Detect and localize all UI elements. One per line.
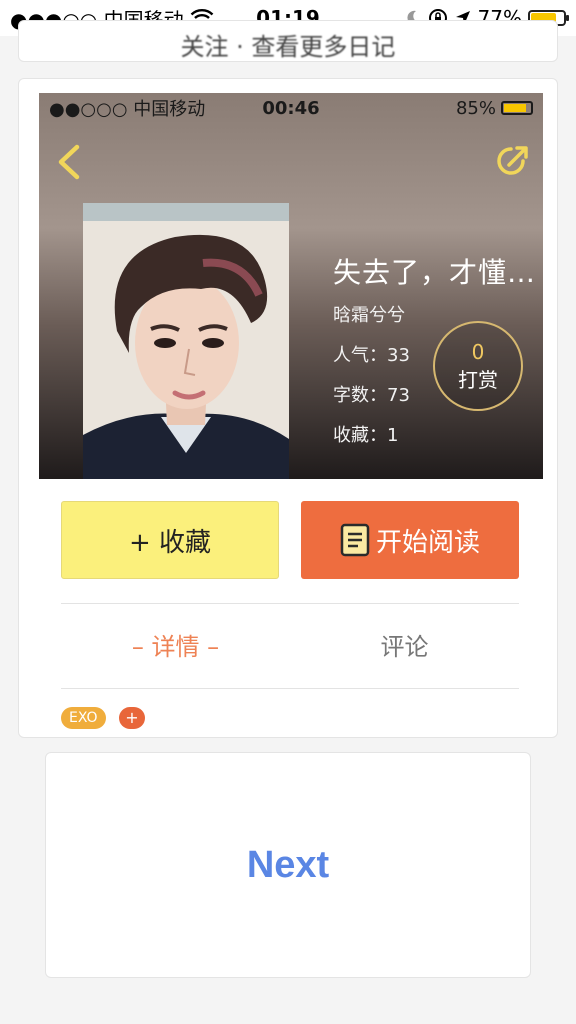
book-author[interactable]: 晗霜兮兮 (333, 301, 536, 327)
inner-time: 00:46 (262, 97, 320, 119)
start-reading-button[interactable]: 开始阅读 (301, 501, 519, 579)
word-count-label: 字数： (333, 385, 387, 406)
tab-comments[interactable]: 评论 (290, 627, 519, 662)
favorite-button[interactable]: + 收藏 (61, 501, 279, 579)
next-button[interactable]: Next (45, 752, 531, 978)
top-card: 关注 · 查看更多日记 (18, 20, 558, 62)
add-tag-button[interactable]: + (119, 707, 145, 729)
next-button-label: Next (246, 843, 330, 886)
start-reading-label: 开始阅读 (375, 527, 480, 558)
divider-top (61, 603, 519, 604)
popularity-label: 人气： (333, 345, 387, 366)
reward-button[interactable]: 0 打赏 (433, 321, 523, 411)
cover-illustration (83, 203, 289, 479)
divider-bottom (61, 688, 519, 689)
word-count-value: 73 (387, 385, 410, 406)
tab-detail[interactable]: – 详情 – (61, 627, 290, 662)
book-title: 失去了，才懂… (333, 256, 537, 289)
reward-label: 打赏 (458, 367, 498, 392)
tag-exo[interactable]: EXO (61, 707, 106, 729)
reward-count: 0 (471, 339, 485, 364)
book-icon (340, 523, 370, 557)
popularity-value: 33 (387, 345, 410, 366)
inner-battery-icon (501, 101, 533, 115)
favorite-button-label: + 收藏 (128, 527, 212, 558)
book-detail-card: ●●○○○ 中国移动 00:46 85% 失去了，才懂… 晗霜兮兮 人气：33 … (18, 78, 558, 738)
favorites-label: 收藏： (333, 425, 387, 446)
inner-status-bar: ●●○○○ 中国移动 00:46 85% (39, 93, 543, 123)
book-cover[interactable] (83, 203, 289, 479)
book-header: ●●○○○ 中国移动 00:46 85% 失去了，才懂… 晗霜兮兮 人气：33 … (39, 93, 543, 479)
chevron-left-icon[interactable] (53, 143, 87, 181)
favorites-value: 1 (387, 425, 399, 446)
top-card-text: 关注 · 查看更多日记 (180, 33, 396, 61)
share-icon[interactable] (493, 143, 531, 181)
favorites-row: 收藏：1 (333, 421, 536, 447)
